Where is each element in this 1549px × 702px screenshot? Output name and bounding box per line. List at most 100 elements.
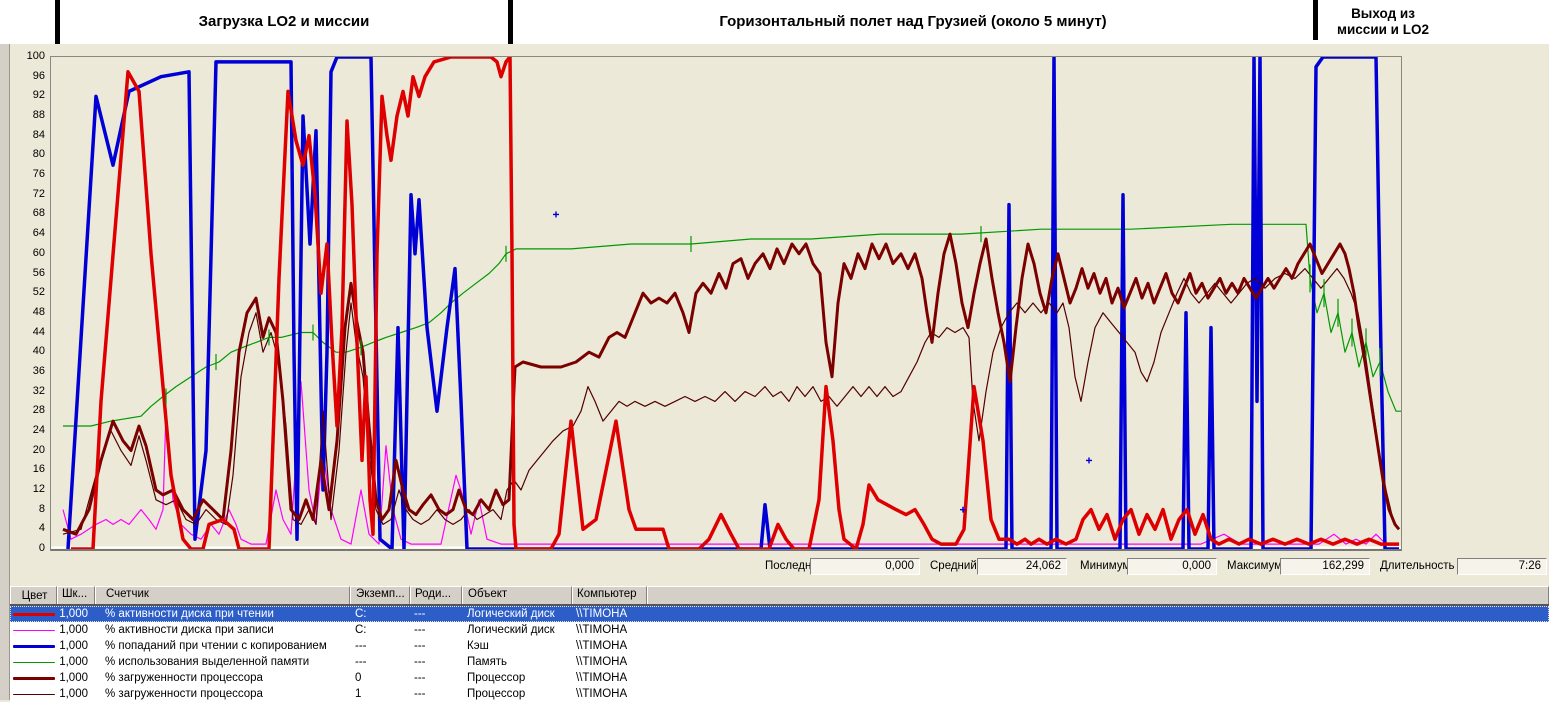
- y-axis-tick-label: 28: [33, 404, 45, 416]
- object-cell: Процессор: [462, 688, 572, 700]
- stat-min-value: 0,000: [1127, 558, 1217, 575]
- y-axis-tick-label: 88: [33, 109, 45, 121]
- column-header-filler: [647, 586, 1549, 604]
- counter-cell: % загруженности процессора: [95, 672, 350, 684]
- column-header-scale[interactable]: Шк...: [57, 586, 95, 604]
- y-axis-tick-label: 56: [33, 267, 45, 279]
- scale-cell: 1,000: [57, 608, 95, 620]
- y-axis-tick-label: 12: [33, 483, 45, 495]
- phase1-label: Загрузка LO2 и миссии: [60, 0, 508, 44]
- y-axis-tick-label: 48: [33, 306, 45, 318]
- y-axis-tick-label: 68: [33, 207, 45, 219]
- series-cpu-1: [63, 269, 1399, 535]
- scale-cell: 1,000: [57, 640, 95, 652]
- y-axis-tick-label: 52: [33, 286, 45, 298]
- y-axis-tick-label: 64: [33, 227, 45, 239]
- y-axis-tick-label: 84: [33, 129, 45, 141]
- series-disk-write: [63, 382, 1399, 544]
- table-row[interactable]: 1,000 % попаданий при чтении с копирован…: [10, 638, 1549, 654]
- scale-cell: 1,000: [57, 656, 95, 668]
- chart-plot-area: [50, 56, 1402, 551]
- chart-series-canvas: [51, 57, 1401, 549]
- y-axis-tick-label: 60: [33, 247, 45, 259]
- parent-cell: ---: [410, 656, 462, 668]
- y-axis-tick-label: 96: [33, 70, 45, 82]
- y-axis: 1009692888480767268646056524844403632282…: [10, 56, 47, 548]
- parent-cell: ---: [410, 672, 462, 684]
- parent-cell: ---: [410, 640, 462, 652]
- instance-cell: ---: [350, 656, 410, 668]
- counter-cell: % попаданий при чтении с копированием: [95, 640, 350, 652]
- object-cell: Кэш: [462, 640, 572, 652]
- column-header-parent[interactable]: Роди...: [410, 586, 462, 604]
- computer-cell: \\TIMOHA: [572, 608, 647, 620]
- instance-cell: 1: [350, 688, 410, 700]
- stat-avg-label: Средний: [930, 560, 977, 572]
- stat-max-value: 162,299: [1280, 558, 1370, 575]
- stat-min-label: Минимум: [1080, 560, 1130, 572]
- y-axis-tick-label: 16: [33, 463, 45, 475]
- y-axis-tick-label: 36: [33, 365, 45, 377]
- object-cell: Процессор: [462, 672, 572, 684]
- object-cell: Память: [462, 656, 572, 668]
- computer-cell: \\TIMOHA: [572, 624, 647, 636]
- counter-cell: % использования выделенной памяти: [95, 656, 350, 668]
- annotation-strip: Загрузка LO2 и миссии Горизонтальный пол…: [0, 0, 1549, 44]
- y-axis-tick-label: 40: [33, 345, 45, 357]
- series-cpu-0: [63, 234, 1399, 534]
- column-header-object[interactable]: Объект: [462, 586, 572, 604]
- y-axis-tick-label: 80: [33, 148, 45, 160]
- table-row[interactable]: 1,000 % активности диска при записи C: -…: [10, 622, 1549, 638]
- counter-table: Цвет Шк... Счетчик Экземп... Роди... Объ…: [10, 586, 1549, 700]
- computer-cell: \\TIMOHA: [572, 640, 647, 652]
- scale-cell: 1,000: [57, 688, 95, 700]
- y-axis-tick-label: 92: [33, 89, 45, 101]
- series-color-swatch: [13, 630, 55, 631]
- counter-cell: % загруженности процессора: [95, 688, 350, 700]
- window-left-edge: [0, 44, 10, 700]
- y-axis-tick-label: 0: [39, 542, 45, 554]
- y-axis-tick-label: 4: [39, 522, 45, 534]
- column-header-color[interactable]: Цвет: [10, 586, 57, 604]
- table-row[interactable]: 1,000 % использования выделенной памяти …: [10, 654, 1549, 670]
- series-memory: [63, 224, 1401, 426]
- table-row[interactable]: 1,000 % активности диска при чтении C: -…: [10, 606, 1549, 622]
- y-axis-tick-label: 8: [39, 503, 45, 515]
- color-swatch-cell: [10, 630, 57, 631]
- series-color-swatch: [13, 677, 55, 680]
- y-axis-tick-label: 32: [33, 385, 45, 397]
- parent-cell: ---: [410, 624, 462, 636]
- phase3-label: Выход из миссии и LO2: [1318, 0, 1448, 44]
- color-swatch-cell: [10, 677, 57, 680]
- instance-cell: C:: [350, 608, 410, 620]
- series-color-swatch: [13, 694, 55, 695]
- parent-cell: ---: [410, 688, 462, 700]
- series-color-swatch: [13, 645, 55, 648]
- counter-cell: % активности диска при записи: [95, 624, 350, 636]
- column-header-instance[interactable]: Экземп...: [350, 586, 410, 604]
- scale-cell: 1,000: [57, 672, 95, 684]
- series-color-swatch: [13, 613, 55, 616]
- instance-cell: ---: [350, 640, 410, 652]
- object-cell: Логический диск: [462, 624, 572, 636]
- y-axis-tick-label: 72: [33, 188, 45, 200]
- counter-cell: % активности диска при чтении: [95, 608, 350, 620]
- color-swatch-cell: [10, 694, 57, 695]
- color-swatch-cell: [10, 645, 57, 648]
- y-axis-tick-label: 44: [33, 326, 45, 338]
- column-header-counter[interactable]: Счетчик: [95, 586, 350, 604]
- instance-cell: 0: [350, 672, 410, 684]
- computer-cell: \\TIMOHA: [572, 656, 647, 668]
- computer-cell: \\TIMOHA: [572, 672, 647, 684]
- stat-duration-value: 7:26: [1457, 558, 1547, 575]
- stat-max-label: Максимум: [1227, 560, 1282, 572]
- counter-table-body: 1,000 % активности диска при чтении C: -…: [10, 606, 1549, 702]
- parent-cell: ---: [410, 608, 462, 620]
- y-axis-tick-label: 24: [33, 424, 45, 436]
- color-swatch-cell: [10, 613, 57, 616]
- scale-cell: 1,000: [57, 624, 95, 636]
- y-axis-tick-label: 20: [33, 444, 45, 456]
- column-header-computer[interactable]: Компьютер: [572, 586, 647, 604]
- y-axis-tick-label: 76: [33, 168, 45, 180]
- table-row[interactable]: 1,000 % загруженности процессора 0 --- П…: [10, 670, 1549, 686]
